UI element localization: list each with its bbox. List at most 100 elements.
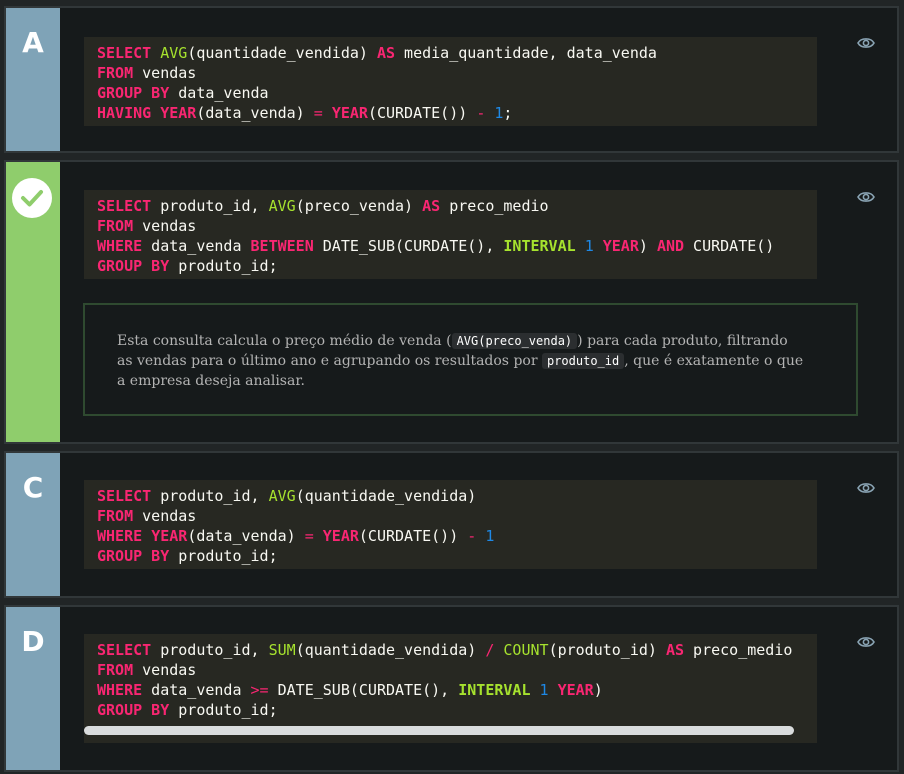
sql-text: data_venda bbox=[169, 84, 269, 102]
sql-operator: = bbox=[313, 104, 323, 122]
sql-text: ; bbox=[503, 104, 513, 122]
sql-text: media_quantidade, data_venda bbox=[395, 44, 657, 62]
sql-text: vendas bbox=[133, 661, 197, 679]
sql-keyword: YEAR bbox=[331, 104, 368, 122]
code-line: SELECT AVG(quantidade_vendida) AS media_… bbox=[97, 43, 804, 63]
option-card-c[interactable]: C SELECT produto_id, AVG(quantidade_vend… bbox=[4, 451, 899, 598]
explanation-part: Esta consulta calcula o preço médio de v… bbox=[117, 333, 452, 349]
sql-text: produto_id, bbox=[151, 487, 269, 505]
code-line: WHERE YEAR(data_venda) = YEAR(CURDATE())… bbox=[97, 526, 804, 546]
sql-keyword: AS bbox=[376, 44, 396, 62]
sql-text: ) bbox=[593, 681, 603, 699]
option-card-b[interactable]: SELECT produto_id, AVG(preco_venda) AS p… bbox=[4, 160, 899, 444]
inline-code: produto_id bbox=[541, 353, 625, 369]
sql-text: (preco_venda) bbox=[295, 197, 423, 215]
code-line: WHERE data_venda BETWEEN DATE_SUB(CURDAT… bbox=[97, 236, 804, 256]
sql-keyword: BETWEEN bbox=[250, 237, 314, 255]
explanation-box: Esta consulta calcula o preço médio de v… bbox=[83, 303, 858, 416]
code-text: SELECT produto_id, AVG(preco_venda) AS p… bbox=[84, 190, 817, 279]
sql-interval: INTERVAL bbox=[503, 237, 576, 255]
sql-keyword: SELECT bbox=[97, 487, 152, 505]
code-text: SELECT produto_id, AVG(quantidade_vendid… bbox=[84, 480, 817, 569]
sql-keyword: WHERE bbox=[97, 237, 143, 255]
sql-function: AVG bbox=[160, 44, 188, 62]
sql-keyword: SELECT bbox=[97, 641, 152, 659]
sql-interval: INTERVAL bbox=[458, 681, 531, 699]
inline-code: AVG(preco_venda) bbox=[451, 333, 578, 349]
code-line: FROM vendas bbox=[97, 216, 804, 236]
option-badge: A bbox=[6, 8, 60, 151]
sql-keyword: WHERE bbox=[97, 527, 143, 545]
option-card-a[interactable]: A SELECT AVG(quantidade_vendida) AS medi… bbox=[4, 6, 899, 153]
sql-operator: >= bbox=[250, 681, 269, 699]
code-block: SELECT AVG(quantidade_vendida) AS media_… bbox=[84, 37, 817, 126]
sql-text: vendas bbox=[133, 507, 197, 525]
option-letter: D bbox=[21, 625, 45, 658]
sql-keyword: WHERE bbox=[97, 681, 143, 699]
sql-keyword: FROM bbox=[97, 507, 134, 525]
sql-function: COUNT bbox=[503, 641, 549, 659]
sql-text: DATE_SUB(CURDATE(), bbox=[313, 237, 504, 255]
sql-keyword: FROM bbox=[97, 661, 134, 679]
code-line: GROUP BY produto_id; bbox=[97, 256, 804, 276]
code-block: SELECT produto_id, AVG(preco_venda) AS p… bbox=[84, 190, 817, 279]
sql-keyword: GROUP BY bbox=[97, 701, 170, 719]
sql-text: produto_id; bbox=[169, 257, 278, 275]
sql-function: SUM bbox=[268, 641, 296, 659]
sql-text: produto_id; bbox=[169, 547, 278, 565]
sql-keyword: YEAR bbox=[557, 681, 594, 699]
code-line: WHERE data_venda >= DATE_SUB(CURDATE(), … bbox=[97, 680, 804, 700]
option-badge-correct bbox=[6, 162, 60, 442]
sql-keyword: GROUP BY bbox=[97, 257, 170, 275]
code-block: SELECT produto_id, AVG(quantidade_vendid… bbox=[84, 480, 817, 569]
code-line: SELECT produto_id, AVG(quantidade_vendid… bbox=[97, 486, 804, 506]
sql-function: AVG bbox=[268, 197, 296, 215]
sql-operator: - bbox=[476, 104, 486, 122]
sql-text: (quantidade_vendida) bbox=[295, 487, 477, 505]
eye-icon[interactable] bbox=[857, 190, 875, 204]
eye-icon[interactable] bbox=[857, 36, 875, 50]
sql-text: preco_medio bbox=[440, 197, 549, 215]
code-line: FROM vendas bbox=[97, 63, 804, 83]
option-card-d[interactable]: D SELECT produto_id, SUM(quantidade_vend… bbox=[4, 605, 899, 772]
sql-text: (quantidade_vendida) bbox=[295, 641, 486, 659]
sql-text: (quantidade_vendida) bbox=[187, 44, 377, 62]
code-text: SELECT AVG(quantidade_vendida) AS media_… bbox=[84, 37, 817, 126]
sql-keyword: FROM bbox=[97, 217, 134, 235]
sql-text: produto_id, bbox=[151, 641, 269, 659]
sql-operator: = bbox=[304, 527, 314, 545]
sql-keyword: AND bbox=[656, 237, 685, 255]
sql-text: DATE_SUB(CURDATE(), bbox=[268, 681, 459, 699]
code-line: GROUP BY produto_id; bbox=[97, 700, 804, 720]
horizontal-scrollbar[interactable] bbox=[84, 726, 794, 735]
sql-text: produto_id, bbox=[151, 197, 269, 215]
code-line: FROM vendas bbox=[97, 660, 804, 680]
sql-text: produto_id; bbox=[169, 701, 278, 719]
code-line: SELECT produto_id, AVG(preco_venda) AS p… bbox=[97, 196, 804, 216]
code-line: HAVING YEAR(data_venda) = YEAR(CURDATE()… bbox=[97, 103, 804, 123]
sql-text: vendas bbox=[133, 64, 197, 82]
sql-keyword: YEAR bbox=[151, 527, 188, 545]
code-line: GROUP BY produto_id; bbox=[97, 546, 804, 566]
sql-number: 1 bbox=[485, 527, 495, 545]
sql-keyword: FROM bbox=[97, 64, 134, 82]
sql-keyword: SELECT bbox=[97, 44, 152, 62]
sql-text: (produto_id) bbox=[548, 641, 666, 659]
eye-icon[interactable] bbox=[857, 481, 875, 495]
code-line: SELECT produto_id, SUM(quantidade_vendid… bbox=[97, 640, 804, 660]
sql-keyword: SELECT bbox=[97, 197, 152, 215]
sql-text: preco_medio bbox=[684, 641, 793, 659]
sql-keyword: YEAR bbox=[322, 527, 359, 545]
sql-keyword: GROUP BY bbox=[97, 547, 170, 565]
sql-function: AVG bbox=[268, 487, 296, 505]
code-text: SELECT produto_id, SUM(quantidade_vendid… bbox=[84, 634, 817, 726]
eye-icon[interactable] bbox=[857, 635, 875, 649]
check-icon bbox=[12, 178, 52, 218]
